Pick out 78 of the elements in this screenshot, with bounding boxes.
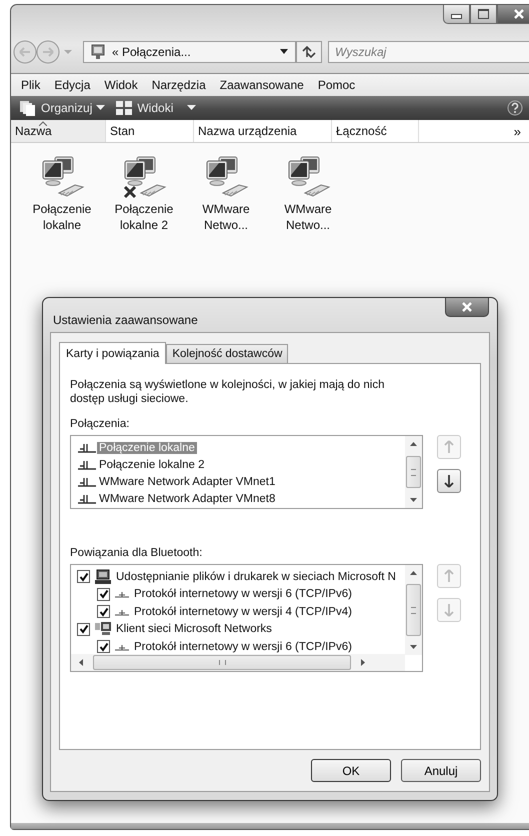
column-header[interactable]: Łączność [332,120,419,142]
minimize-button[interactable] [443,5,470,24]
description-text: Połączenia są wyświetlone w kolejności, w jakiej mają do nich dostęp usługi sieciowe. [70,378,386,406]
menu-item[interactable]: Zaawansowane [220,78,304,92]
scroll-down-arrow-icon[interactable] [410,645,417,649]
menu-item[interactable]: Narzędzia [152,78,206,92]
binding-item[interactable]: Udostępnianie plików i drukarek w sieciach Microsoft N [116,570,396,583]
scroll-down-arrow-icon[interactable] [410,498,417,502]
network-adapter-icon [77,442,97,454]
list-item[interactable]: Połączenie lokalne 2 [97,458,206,470]
down-arrow-icon [444,603,454,617]
network-adapter-icon [77,476,97,488]
toolbar-button[interactable]: Organizuj [19,100,106,116]
column-header[interactable]: Nazwa urządzenia [194,120,332,142]
scroll-up-arrow-icon[interactable] [410,571,417,575]
close-icon [461,302,473,312]
grid-icon [115,100,134,116]
caret-icon [96,105,106,111]
dialog-button[interactable]: Anuluj [401,759,481,782]
menu-item[interactable]: Plik [21,78,40,92]
checkbox[interactable] [77,570,90,584]
connection-label[interactable]: WMware Netwo... [193,201,259,233]
protocol-icon [114,589,130,600]
scroll-right-arrow-icon[interactable] [361,659,365,666]
caret-icon [187,105,196,111]
list-item[interactable]: Połączenie lokalne [97,442,197,454]
computer-printer-icon [94,568,112,585]
help-icon[interactable] [507,100,523,116]
vertical-scrollbar[interactable] [405,565,422,655]
up-arrow-icon [444,440,454,454]
caret-icon[interactable] [279,49,289,55]
toolbar-button[interactable]: Widoki [115,100,196,116]
checkbox[interactable] [97,640,110,654]
vertical-scrollbar[interactable] [405,436,422,508]
more-columns-chevron[interactable]: » [514,124,521,138]
section-label: Połączenia: [70,418,130,430]
dialog-button[interactable]: OK [311,759,391,782]
menu-item[interactable]: Widok [104,78,138,92]
search-field[interactable]: Wyszukaj [328,41,529,63]
refresh-button[interactable] [296,41,322,63]
binding-item[interactable]: Protokół internetowy w wersji 6 (TCP/IPv6) [134,588,352,600]
tab[interactable]: Kolejność dostawców [166,344,288,363]
checkbox[interactable] [97,588,110,601]
close-button[interactable] [445,298,489,317]
checkbox[interactable] [77,622,90,636]
network-adapter-icon [77,492,97,504]
list-item[interactable]: WMware Network Adapter VMnet1 [97,476,278,488]
address-bar[interactable]: « Połączenia... [83,41,296,63]
column-header[interactable]: Stan [106,120,194,142]
list-item[interactable]: WMware Network Adapter VMnet8 [97,492,278,504]
column-header[interactable]: Nazwa [11,120,106,142]
dialog-title: Ustawienia zaawansowane [53,313,198,327]
connection-label[interactable]: WMware Netwo... [275,201,341,233]
close-icon [513,9,525,19]
network-folder-icon [90,44,106,60]
section-label: Powiązania dla Bluetooth: [70,547,204,559]
close-button[interactable] [497,5,529,24]
pages-icon [19,100,37,116]
refresh-icon [301,45,317,59]
scroll-up-arrow-icon[interactable] [410,442,417,446]
binding-item[interactable]: Protokół internetowy w wersji 6 (TCP/IPv6) [134,640,352,653]
checkbox[interactable] [97,605,110,618]
network-client-icon [94,621,112,638]
binding-item[interactable]: Protokół internetowy w wersji 4 (TCP/IPv4) [134,606,352,618]
binding-item[interactable]: Klient sieci Microsoft Networks [116,623,272,636]
connection-label[interactable]: Połączenie lokalne 2 [111,201,177,233]
connection-label[interactable]: Połączenie lokalne [29,201,95,233]
menu-item[interactable]: Edycja [54,78,90,92]
move-down-button[interactable] [437,469,461,493]
address-path: « Połączenia... [112,45,192,59]
network-adapter-icon [77,458,97,470]
down-arrow-icon [444,474,454,488]
scroll-left-arrow-icon[interactable] [79,659,83,666]
menu-item[interactable]: Pomoc [318,78,356,92]
tab[interactable]: Karty i powiązania [59,342,166,364]
maximize-button[interactable] [470,5,497,24]
up-arrow-icon [444,569,454,583]
horizontal-scrollbar[interactable] [71,654,405,671]
